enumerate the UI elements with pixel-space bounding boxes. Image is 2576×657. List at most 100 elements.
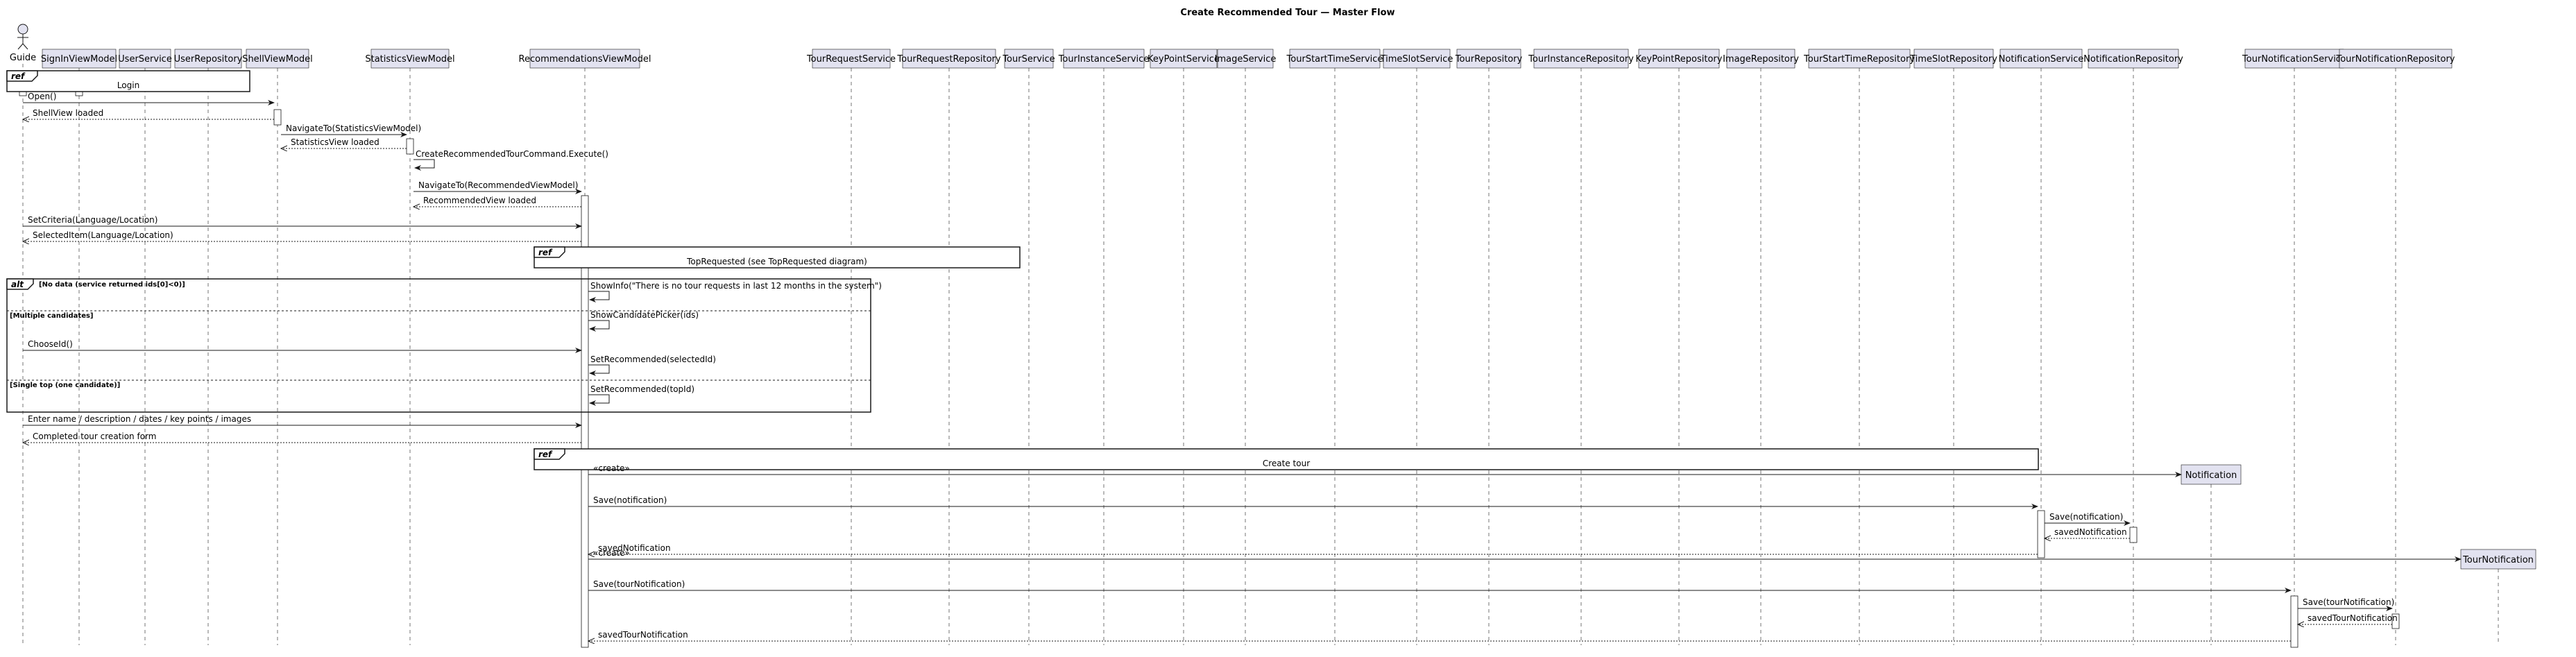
ref-label: TopRequested (see TopRequested diagram) [686, 257, 867, 266]
message-create: «create» [588, 548, 2462, 562]
participant-tour-start-time-repository: TourStartTimeRepository [1803, 49, 1915, 69]
participant-label: TourNotificationService [2242, 54, 2346, 65]
actor-label: Guide [10, 53, 36, 63]
participant-label: TimeSlotRepository [1909, 54, 1997, 65]
message-save-tour-notification-: Save(tourNotification) [2298, 597, 2394, 611]
participant-label: TourRepository [1455, 54, 1523, 65]
participant-heads: Guide SignInViewModel UserService UserRepos… [10, 24, 2536, 570]
participant-label: TourNotification [2462, 555, 2534, 565]
activation-bar [2290, 595, 2298, 648]
message-show-candidate-picker-ids-: ShowCandidatePicker(ids) [588, 310, 699, 332]
frame-keyword: alt [11, 280, 24, 289]
message-choose-id-: ChooseId() [23, 339, 582, 353]
participant-label: TourStartTimeService [1286, 54, 1383, 65]
participant-label: KeyPointService [1148, 54, 1220, 65]
participant-notification-repository: NotificationRepository [2083, 49, 2183, 69]
participant-label: TourStartTimeRepository [1803, 54, 1915, 65]
activation-bar [406, 138, 414, 155]
participant-label: RecommendationsViewModel [519, 54, 651, 65]
alt-frame: alt [No data (service returned ids[0]<0)]… [6, 278, 871, 413]
activation-bar [2037, 510, 2045, 558]
message-saved-tour-notification: savedTourNotification [588, 630, 2291, 641]
participant-label: TourRequestService [806, 54, 896, 65]
participant-tour-notification-repository: TourNotificationRepository [2336, 49, 2455, 69]
message-label: SetRecommended(selectedId) [590, 355, 716, 364]
message-statistics-view-loaded: StatisticsView loaded [281, 137, 407, 148]
message-label: Completed tour creation form [33, 432, 156, 441]
participant-label: ImageRepository [1723, 54, 1799, 65]
diagram-title: Create Recommended Tour — Master Flow [1180, 8, 1394, 18]
message-label: ShellView loaded [33, 108, 103, 118]
message-label: CreateRecommendedTourCommand.Execute() [416, 149, 608, 159]
message-label: Open() [28, 92, 56, 101]
message-save-notification-: Save(notification) [588, 495, 2038, 509]
participant-label: StatisticsViewModel [365, 54, 454, 65]
participant-label: Notification [2185, 470, 2237, 481]
participant-label: SignInViewModel [41, 54, 117, 65]
message-create-recommended-tour-command-execute-: CreateRecommendedTourCommand.Execute() [413, 149, 608, 171]
participant-user-repository: UserRepository [174, 49, 243, 69]
participant-tour-request-repository: TourRequestRepository [896, 49, 1001, 69]
lifelines [22, 64, 2499, 645]
message-label: SetRecommended(topId) [590, 384, 694, 394]
alt-guard-1: [No data (service returned ids[0]<0)] [39, 281, 185, 289]
participant-label: TourService [1002, 54, 1055, 65]
participant-label: TourRequestRepository [896, 54, 1001, 65]
message-saved-notification: savedNotification [2045, 527, 2130, 538]
message-set-recommended-selected-id-: SetRecommended(selectedId) [588, 355, 716, 376]
message-label: Save(notification) [2049, 512, 2123, 522]
participant-tour-notification-service: TourNotificationService [2242, 49, 2346, 69]
actor-stick-figure-icon: Guide [10, 24, 36, 63]
participant-image-repository: ImageRepository [1723, 49, 1799, 69]
message-label: Enter name / description / dates / key p… [28, 414, 251, 424]
activation-bar [273, 109, 282, 126]
message-saved-tour-notification: savedTourNotification [2298, 613, 2398, 624]
message-recommended-view-loaded: RecommendedView loaded [413, 196, 581, 207]
participant-tour-repository: TourRepository [1455, 49, 1523, 69]
ref-frame-top-requested: ref TopRequested (see TopRequested diagra… [534, 246, 1021, 268]
participant-key-point-repository: KeyPointRepository [1636, 49, 1723, 69]
participant-tour-start-time-service: TourStartTimeService [1286, 49, 1383, 69]
frame-keyword: ref [11, 71, 26, 81]
participant-label: TourInstanceRepository [1528, 54, 1634, 65]
alt-guard-3: [Single top (one candidate)] [10, 382, 120, 389]
created-participant-notification: Notification [2181, 464, 2242, 485]
participant-label: KeyPointRepository [1636, 54, 1723, 65]
participant-label: TimeSlotService [1380, 54, 1453, 65]
ref-frame-create-tour: ref Create tour [534, 448, 2039, 470]
participant-label: UserService [118, 54, 172, 65]
frame-keyword: ref [538, 248, 553, 257]
participant-label: NotificationRepository [2083, 54, 2183, 65]
message-label: NavigateTo(StatisticsViewModel) [286, 123, 421, 133]
participant-image-service: ImageService [1215, 49, 1276, 69]
message-completed-tour-creation-form: Completed tour creation form [23, 432, 581, 443]
participant-sign-in-view-model: SignInViewModel [41, 49, 117, 69]
message-label: savedTourNotification [2308, 613, 2398, 623]
message-label: «create» [593, 548, 630, 558]
participant-tour-service: TourService [1002, 49, 1055, 69]
sequence-diagram: Create Recommended Tour — Master Flow re… [6, 8, 2536, 648]
message-label: SelectedItem(Language/Location) [33, 230, 173, 240]
message-selected-item-language-location-: SelectedItem(Language/Location) [23, 230, 581, 241]
message-label: ShowInfo("There is no tour requests in l… [590, 281, 882, 291]
message-label: RecommendedView loaded [423, 196, 536, 205]
participant-tour-instance-repository: TourInstanceRepository [1528, 49, 1634, 69]
participant-notification-service: NotificationService [1999, 49, 2084, 69]
participant-label: NotificationService [1999, 54, 2084, 65]
activations [19, 86, 2400, 648]
participant-label: ShellViewModel [242, 54, 313, 65]
message-navigate-to-statistics-view-model-: NavigateTo(StatisticsViewModel) [281, 123, 421, 137]
message-label: savedTourNotification [598, 630, 688, 640]
message-label: ShowCandidatePicker(ids) [590, 310, 699, 320]
message-label: SetCriteria(Language/Location) [28, 215, 157, 225]
participant-tour-request-service: TourRequestService [806, 49, 896, 69]
participant-label: TourNotificationRepository [2336, 54, 2455, 65]
message-open-: Open() [23, 92, 275, 105]
participant-key-point-service: KeyPointService [1148, 49, 1220, 69]
message-saved-notification: savedNotification [588, 543, 2038, 554]
message-label: Save(notification) [593, 495, 667, 505]
message-navigate-to-recommended-view-model-: NavigateTo(RecommendedViewModel) [413, 180, 582, 194]
message-label: NavigateTo(RecommendedViewModel) [418, 180, 578, 190]
message-save-tour-notification-: Save(tourNotification) [588, 579, 2292, 593]
message-label: StatisticsView loaded [291, 137, 379, 147]
